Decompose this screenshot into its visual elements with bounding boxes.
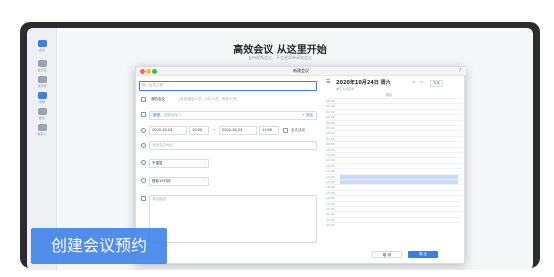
sidebar-item-label: 通讯录 bbox=[37, 84, 47, 88]
help-icon[interactable]: ? bbox=[459, 68, 461, 73]
hour-row[interactable]: 02:00 bbox=[326, 108, 462, 114]
end-date-field[interactable]: 2020-10-24 bbox=[219, 126, 257, 135]
end-time-field[interactable]: 11:00 bbox=[259, 126, 279, 135]
bell-icon bbox=[141, 178, 146, 183]
hour-row[interactable]: 16:00 bbox=[326, 184, 462, 189]
description-textarea[interactable]: 添加描述 bbox=[149, 195, 317, 243]
day-calendar: ☰ 2020年10月24日 周六 < > 今天 参与人员空闲 周六 00:00 0… bbox=[326, 79, 462, 229]
sidebar-item-label: 联系人 bbox=[37, 132, 47, 136]
start-time-field[interactable]: 10:00 bbox=[189, 126, 209, 135]
hour-row[interactable]: 05:00 bbox=[326, 125, 462, 130]
room-icon bbox=[37, 60, 47, 67]
sidebar-item-label: 更多 bbox=[38, 116, 45, 120]
my-meeting-label: 我的会议 bbox=[151, 97, 165, 101]
hour-row[interactable]: 03:00 bbox=[326, 114, 462, 119]
hour-row[interactable]: 21:00 bbox=[326, 211, 462, 216]
location-input[interactable]: 添加会议地点 bbox=[149, 141, 317, 150]
hour-row[interactable]: 18:00 bbox=[326, 195, 462, 200]
reminder-value: 提前15分钟 bbox=[152, 179, 171, 183]
sidebar-item-label: 录制 bbox=[38, 100, 45, 104]
confirm-button[interactable]: 确 定 bbox=[408, 251, 438, 258]
hour-row[interactable]: 11:00 bbox=[326, 157, 462, 162]
page-subtitle: 支持视频会议，开会更简单高效会议 bbox=[248, 55, 312, 60]
clock-icon bbox=[141, 128, 146, 133]
next-day-button[interactable]: > bbox=[420, 80, 423, 84]
repeat-icon bbox=[141, 160, 146, 165]
hour-row[interactable]: 13:00 bbox=[326, 168, 462, 173]
calendar-day-label: 周六 bbox=[386, 93, 393, 97]
repeat-value: 不重复 bbox=[152, 161, 163, 165]
location-icon bbox=[141, 143, 146, 148]
invitee-placeholder: 搜索添加人 bbox=[164, 113, 182, 117]
sidebar-item-rooms[interactable]: 会议室 bbox=[30, 60, 54, 72]
hour-row[interactable]: 12:00 bbox=[326, 162, 462, 168]
hour-row[interactable]: 04:00 bbox=[326, 119, 462, 125]
prev-day-button[interactable]: < bbox=[412, 80, 415, 84]
hour-row[interactable]: 06:00 bbox=[326, 130, 462, 135]
hour-row[interactable]: 01:00 bbox=[326, 103, 462, 108]
time-range-dash: — bbox=[212, 127, 216, 131]
page-title: 高效会议 从这里开始 bbox=[233, 45, 327, 56]
sidebar-item-contacts[interactable]: 通讯录 bbox=[30, 76, 54, 88]
cancel-button[interactable]: 取 消 bbox=[372, 251, 402, 258]
allday-label: 全天活动 bbox=[291, 128, 305, 132]
hour-row[interactable]: 08:00 bbox=[326, 141, 462, 146]
invitee-tag[interactable]: 邀请 bbox=[152, 113, 161, 117]
sidebar-item-recordings[interactable]: 录制 bbox=[30, 92, 54, 104]
chevron-down-icon: ⌄ bbox=[203, 160, 206, 164]
hour-row[interactable]: 14:00 bbox=[326, 173, 462, 179]
chevron-down-icon: ⌄ bbox=[203, 178, 206, 182]
calendar-menu-icon[interactable]: ☰ bbox=[326, 79, 330, 85]
video-camera-icon bbox=[141, 97, 146, 102]
reminder-select[interactable]: 提前15分钟 ⌄ bbox=[149, 177, 209, 186]
caption-banner: 创建会议预约 bbox=[31, 228, 167, 264]
person-icon bbox=[141, 112, 146, 117]
hour-row[interactable]: 23:00 bbox=[326, 222, 462, 227]
document-icon bbox=[37, 108, 47, 115]
calendar-subtitle: 参与人员空闲 bbox=[336, 87, 355, 91]
hour-row[interactable]: 00:00 bbox=[326, 98, 462, 103]
dialog-title: 新建会议 bbox=[293, 68, 309, 73]
video-icon bbox=[37, 92, 47, 99]
hour-row[interactable]: 10:00 bbox=[326, 152, 462, 157]
hour-row[interactable]: 19:00 bbox=[326, 200, 462, 206]
hour-row[interactable]: 17:00 bbox=[326, 189, 462, 195]
contacts-icon bbox=[37, 76, 47, 83]
hour-row[interactable]: 15:00 bbox=[326, 179, 462, 184]
invitee-input[interactable]: 邀请 搜索添加人 + 添加 bbox=[149, 111, 317, 120]
repeat-select[interactable]: 不重复 ⌄ bbox=[149, 159, 209, 168]
add-invitee-link[interactable]: + 添加 bbox=[302, 113, 313, 118]
hour-row[interactable]: 20:00 bbox=[326, 206, 462, 211]
description-icon bbox=[141, 196, 146, 201]
sidebar-item-label: 会议室 bbox=[37, 68, 47, 72]
allday-checkbox[interactable] bbox=[283, 128, 288, 133]
hour-row[interactable]: 22:00 bbox=[326, 216, 462, 222]
hour-row[interactable]: 07:00 bbox=[326, 135, 462, 141]
new-meeting-dialog: 新建会议 ? 输入会议主题 我的会议 (支持添加人员，440人员，有成人员) 邀… bbox=[135, 66, 466, 264]
sidebar-item-people[interactable]: 联系人 bbox=[30, 124, 54, 136]
calendar-date-title: 2020年10月24日 周六 bbox=[336, 80, 391, 86]
start-date-field[interactable]: 2020-10-24 bbox=[149, 126, 187, 135]
hour-row[interactable]: 09:00 bbox=[326, 146, 462, 152]
today-button[interactable]: 今天 bbox=[430, 80, 443, 87]
dialog-titlebar: 新建会议 ? bbox=[136, 67, 466, 76]
participants-hint: (支持添加人员，440人员，有成人员) bbox=[179, 97, 238, 101]
sidebar-item-more[interactable]: 更多 bbox=[30, 108, 54, 120]
meeting-topic-input[interactable]: 输入会议主题 bbox=[139, 81, 317, 91]
people-icon bbox=[37, 124, 47, 131]
